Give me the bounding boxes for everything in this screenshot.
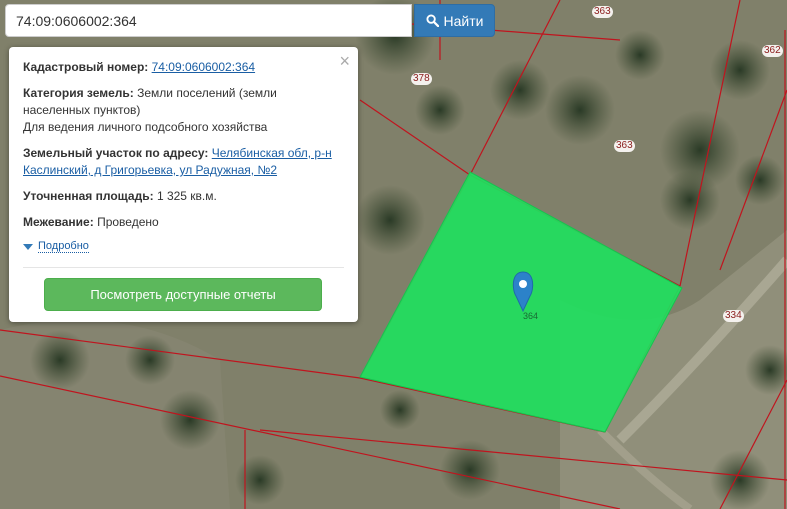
address-row: Земельный участок по адресу: Челябинская…	[23, 145, 344, 179]
parcel-info-popup: × Кадастровый номер: 74:09:0606002:364 К…	[9, 47, 358, 322]
plot-number-label: 364	[523, 311, 539, 321]
plot-number-label: 362	[762, 45, 783, 57]
plot-number-label: 334	[723, 310, 744, 322]
land-category-label: Категория земель:	[23, 86, 134, 100]
address-label: Земельный участок по адресу:	[23, 146, 209, 160]
plot-number-label: 378	[411, 73, 432, 85]
area-value: 1 325 кв.м.	[156, 189, 217, 203]
plot-number-label: 363	[592, 6, 613, 18]
survey-label: Межевание:	[23, 215, 94, 229]
survey-value: Проведено	[97, 215, 159, 229]
find-button[interactable]: Найти	[414, 4, 495, 37]
more-details-label: Подробно	[38, 240, 89, 253]
address-link[interactable]: Челябинская обл, р-н	[212, 146, 332, 160]
cadastral-number-label: Кадастровый номер:	[23, 60, 149, 74]
land-category-value-cont: населенных пунктов)	[23, 103, 141, 117]
more-details-toggle[interactable]: Подробно	[23, 240, 344, 253]
survey-row: Межевание: Проведено	[23, 214, 344, 231]
view-reports-button[interactable]: Посмотреть доступные отчеты	[44, 278, 322, 311]
address-link-cont[interactable]: Каслинский, д Григорьевка, ул Радужная, …	[23, 163, 277, 177]
divider	[23, 267, 344, 268]
land-category-value: Земли поселений (земли	[137, 86, 277, 100]
close-icon[interactable]: ×	[339, 52, 350, 70]
cadastral-number-row: Кадастровый номер: 74:09:0606002:364	[23, 59, 344, 76]
plot-number-label: 363	[614, 140, 635, 152]
search-icon	[425, 14, 439, 27]
area-label: Уточненная площадь:	[23, 189, 154, 203]
cadastral-search-input[interactable]	[5, 4, 412, 37]
land-category-row: Категория земель: Земли поселений (земли…	[23, 85, 344, 136]
cadastral-number-link[interactable]: 74:09:0606002:364	[152, 60, 255, 74]
caret-down-icon	[23, 243, 33, 250]
find-button-label: Найти	[443, 12, 484, 29]
area-row: Уточненная площадь: 1 325 кв.м.	[23, 188, 344, 205]
land-purpose: Для ведения личного подсобного хозяйства	[23, 120, 268, 134]
